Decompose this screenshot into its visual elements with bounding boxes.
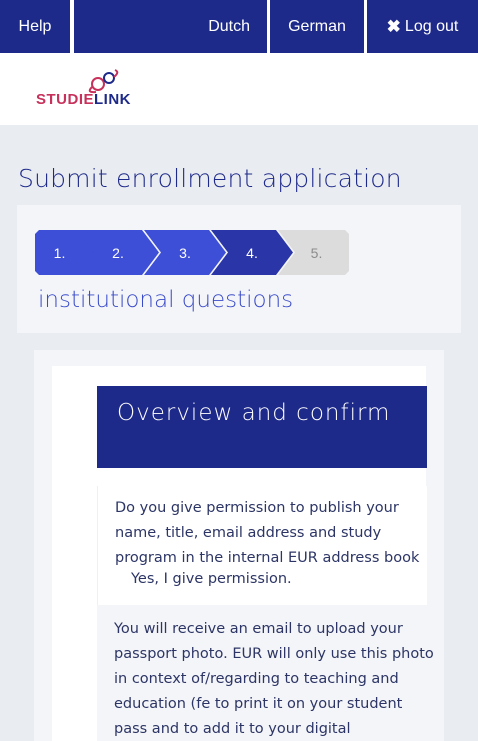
section-heading: Overview and confirm — [97, 386, 427, 468]
photo-info-text: You will receive an email to upload your… — [114, 621, 434, 737]
step-5-label: 5. — [310, 244, 323, 261]
language-dutch-link[interactable]: Dutch — [74, 0, 267, 53]
help-label: Help — [18, 17, 52, 35]
site-header: STUDIELINK — [0, 53, 478, 125]
german-label: German — [288, 17, 346, 35]
language-german-link[interactable]: German — [270, 0, 364, 53]
progress-steps: 1. 2. 3. 4. 5. — [35, 230, 355, 275]
logout-label: Log out — [404, 17, 459, 35]
step-2-label: 2. — [112, 244, 124, 261]
permission-answer: Yes, I give permission. — [131, 571, 292, 587]
help-link[interactable]: Help — [0, 0, 70, 53]
step-1-label: 1. — [53, 244, 66, 261]
step-3-label: 3. — [179, 244, 191, 261]
top-navigation: Help Dutch German ✖ Log out — [0, 0, 478, 53]
logout-button[interactable]: ✖ Log out — [367, 0, 478, 53]
current-step-title: institutional questions — [38, 287, 294, 313]
permission-block: Do you give permission to publish your n… — [97, 486, 427, 605]
page-title: Submit enrollment application — [18, 164, 402, 193]
permission-question: Do you give permission to publish your n… — [115, 500, 420, 566]
studielink-logo[interactable]: STUDIELINK — [36, 69, 156, 113]
logo-wordmark: STUDIELINK — [36, 91, 132, 108]
progress-card: 1. 2. 3. 4. 5. institutional questions — [17, 205, 461, 333]
close-icon: ✖ — [386, 17, 401, 36]
dutch-label: Dutch — [208, 17, 250, 35]
step-4-label: 4. — [246, 244, 258, 261]
step-5: 5. — [278, 230, 349, 275]
